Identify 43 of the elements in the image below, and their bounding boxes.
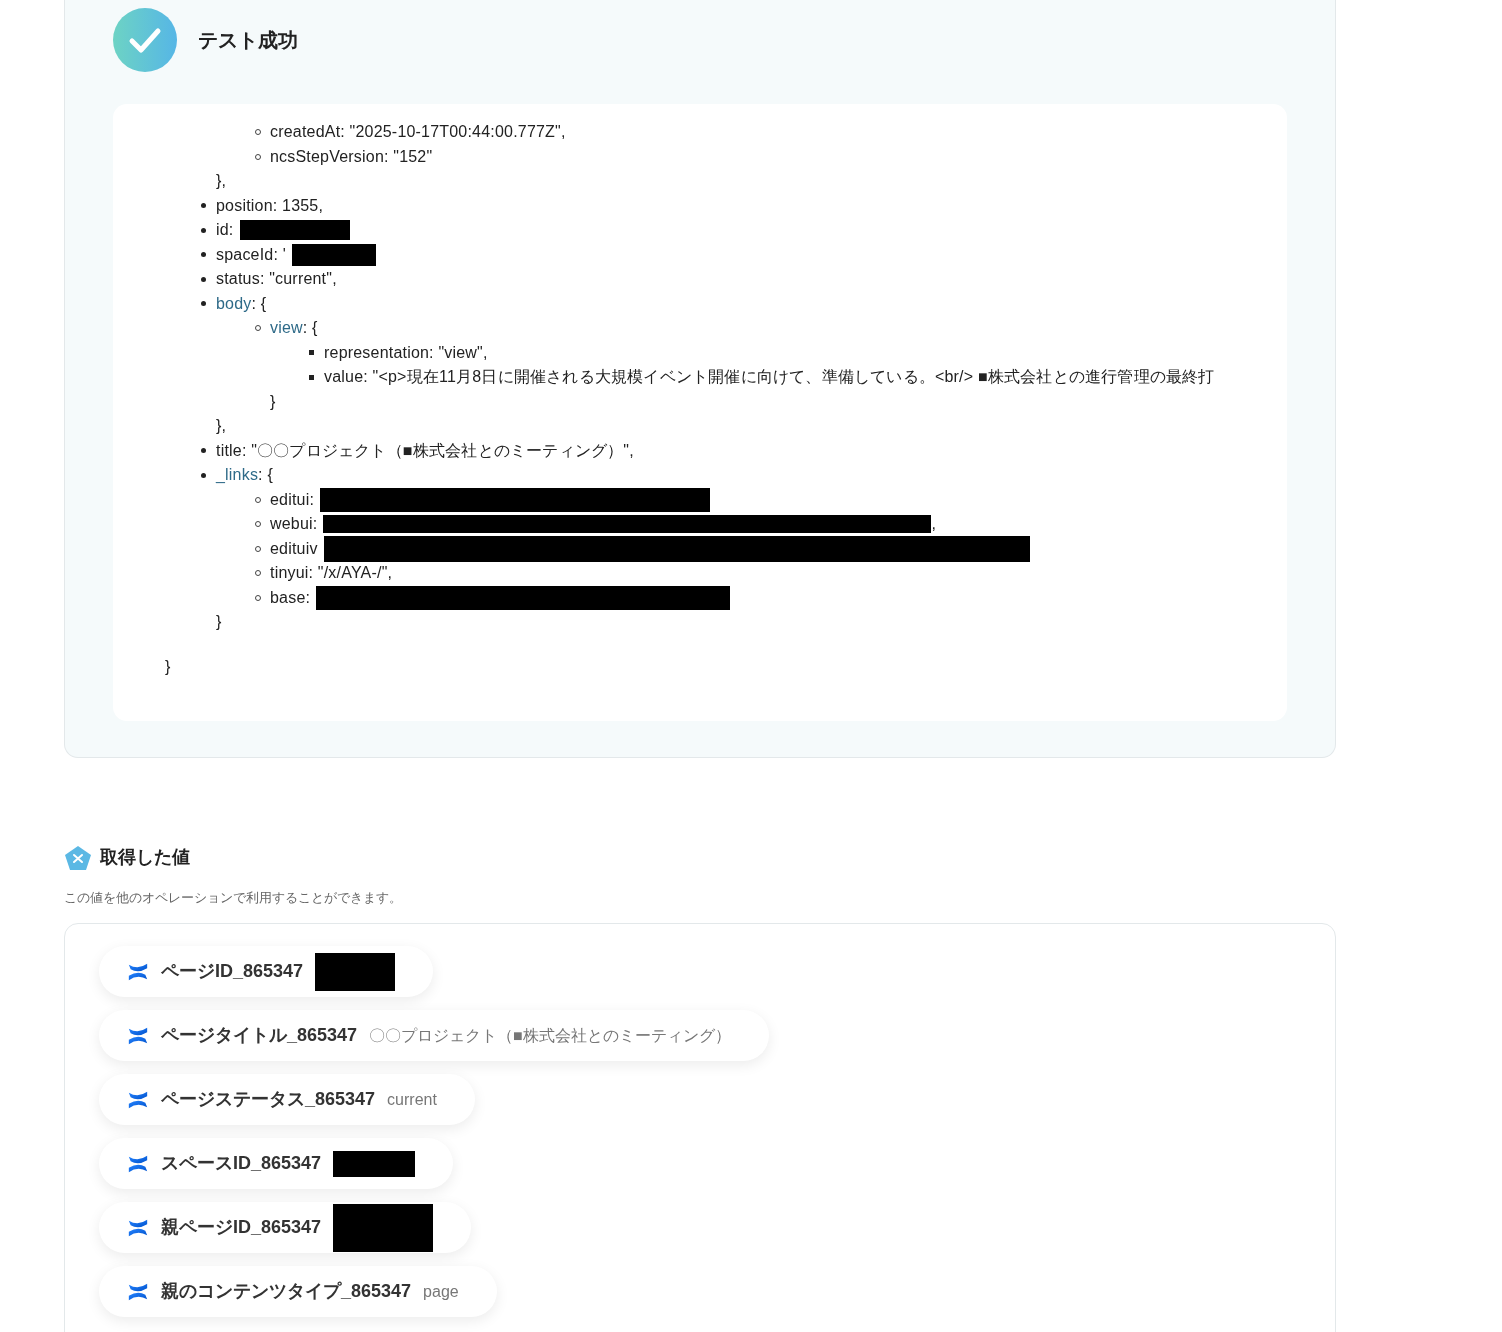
code-line: title: "〇〇プロジェクト（■株式会社とのミーティング）", (216, 440, 634, 461)
code-line: representation: "view", (324, 342, 488, 363)
code-line: value: "<p>現在11月8日に開催される大規模イベント開催に向けて、準備している。<br/> ■株式会社との進行管理の最終打 (324, 367, 1215, 388)
code-line: status: "current", (216, 269, 337, 290)
value-chip[interactable]: ページタイトル_865347 〇〇プロジェクト（■株式会社とのミーティング） (99, 1010, 769, 1061)
value-chip[interactable]: ページID_865347 (99, 946, 434, 997)
code-line: } (270, 392, 276, 410)
code-line: position: 1355, (216, 195, 324, 216)
code-line: base: (270, 587, 311, 608)
code-line: ncsStepVersion: "152" (270, 146, 433, 167)
value-chip[interactable]: 親ページID_865347 (99, 1202, 472, 1253)
result-title: テスト成功 (198, 28, 298, 53)
section-description: この値を他のオペレーションで利用することができます。 (64, 890, 402, 905)
code-line: webui: (270, 514, 318, 535)
code-line: _links: { (216, 465, 273, 486)
code-line: } (216, 613, 222, 630)
code-line: edituiv (270, 538, 318, 559)
bullet-icon (309, 350, 314, 356)
code-line: }, (216, 417, 227, 434)
section-title: 取得した値 (100, 846, 190, 869)
code-line: body: { (216, 293, 267, 314)
code-line: , (931, 514, 937, 535)
bullet-icon (201, 203, 206, 209)
bullet-icon (201, 252, 206, 258)
bullet-icon (201, 448, 206, 454)
code-line: } (165, 657, 171, 675)
value-chip[interactable]: スペースID_865347 (99, 1138, 454, 1189)
code-line: view: { (270, 318, 318, 339)
bullet-icon (201, 227, 206, 233)
bullet-icon (201, 276, 206, 282)
bullet-icon (309, 374, 314, 380)
variable-icon (64, 844, 92, 871)
code-line: tinyui: "/x/AYA-/", (270, 563, 393, 584)
code-line: }, (216, 172, 227, 189)
bullet-icon (201, 301, 206, 307)
code-line: id: (216, 220, 234, 241)
bullet-icon (201, 472, 206, 478)
code-line: editui: (270, 489, 315, 510)
value-chip[interactable]: ページステータス_865347 current (99, 1074, 475, 1125)
code-line: createdAt: "2025-10-17T00:44:00.777Z", (270, 122, 566, 143)
value-chip[interactable]: 親のコンテンツタイプ_865347 page (99, 1266, 497, 1317)
code-line: spaceId: ' (216, 244, 286, 265)
check-circle-icon (113, 8, 177, 72)
